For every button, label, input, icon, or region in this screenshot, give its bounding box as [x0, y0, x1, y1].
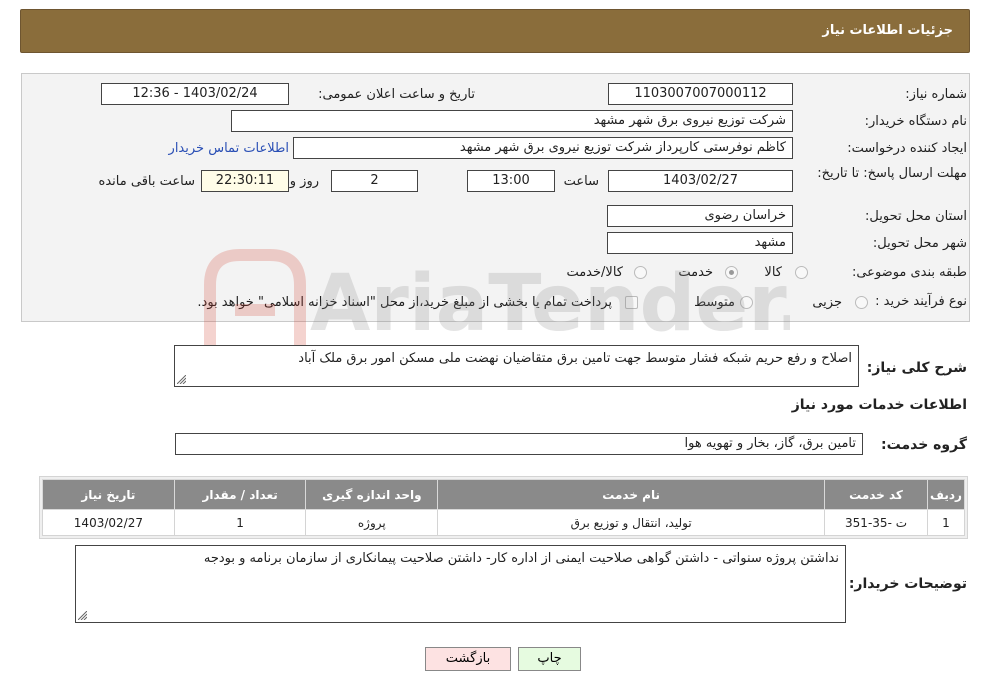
category-goods-service-radio[interactable] [634, 266, 647, 279]
resize-grip-icon[interactable] [177, 375, 186, 384]
purchase-type-label: نوع فرآیند خرید : [875, 294, 967, 309]
days-label: روز و [289, 174, 319, 189]
resize-grip-icon[interactable] [78, 611, 87, 620]
category-goods-radio[interactable] [795, 266, 808, 279]
buyer-org-field: شرکت توزیع نیروی برق شهر مشهد [231, 110, 793, 132]
services-table: ردیف کد خدمت نام خدمت واحد اندازه گیری ت… [39, 476, 968, 539]
deadline-time-field: 13:00 [467, 170, 555, 192]
col-service-name: نام خدمت [437, 479, 826, 510]
purchase-minor-radio[interactable] [855, 296, 868, 309]
need-number-label: شماره نیاز: [905, 87, 967, 102]
treasury-payment-note: پرداخت تمام یا بخشی از مبلغ خرید،از محل … [197, 295, 612, 310]
province-field: خراسان رضوی [607, 205, 793, 227]
category-service-label: خدمت [678, 265, 713, 280]
table-header-row: ردیف کد خدمت نام خدمت واحد اندازه گیری ت… [42, 479, 966, 510]
cell-quantity: 1 [173, 509, 307, 536]
table-row: 1 ت -35-351 تولید، انتقال و توزیع برق پر… [42, 509, 966, 536]
service-group-field: تامین برق، گاز، بخار و تهویه هوا [175, 433, 863, 455]
category-goods-label: کالا [764, 265, 782, 280]
announce-datetime-field: 1403/02/24 - 12:36 [101, 83, 289, 105]
cell-row-number: 1 [926, 509, 966, 536]
page-title: جزئیات اطلاعات نیاز [822, 23, 953, 38]
service-group-label: گروه خدمت: [881, 437, 967, 453]
category-label: طبقه بندی موضوعی: [851, 265, 967, 280]
col-quantity: تعداد / مقدار [173, 479, 307, 510]
days-remaining-field: 2 [331, 170, 418, 192]
remaining-time-label: ساعت باقی مانده [98, 174, 195, 189]
page-header: جزئیات اطلاعات نیاز [20, 9, 970, 53]
cell-unit: پروژه [305, 509, 439, 536]
col-row-number: ردیف [926, 479, 966, 510]
buyer-org-label: نام دستگاه خریدار: [864, 114, 967, 129]
deadline-date-field: 1403/02/27 [608, 170, 793, 192]
print-button[interactable]: چاپ [518, 647, 581, 671]
purchase-medium-radio[interactable] [740, 296, 753, 309]
description-text: اصلاح و رفع حریم شبکه فشار متوسط جهت تام… [298, 351, 852, 366]
buyer-notes-text: نداشتن پروژه سنواتی - داشتن گواهی صلاحیت… [203, 551, 839, 566]
creator-field: کاظم نوفرستی کارپرداز شرکت توزیع نیروی ب… [293, 137, 793, 159]
purchase-minor-label: جزیی [812, 295, 842, 310]
cell-service-name: تولید، انتقال و توزیع برق [437, 509, 826, 536]
province-label: استان محل تحویل: [865, 209, 967, 224]
deadline-time-label: ساعت [563, 174, 599, 189]
buyer-contact-link[interactable]: اطلاعات تماس خریدار [169, 141, 289, 156]
cell-service-code: ت -35-351 [824, 509, 928, 536]
description-label: شرح کلی نیاز: [866, 360, 967, 376]
description-textarea: اصلاح و رفع حریم شبکه فشار متوسط جهت تام… [174, 345, 859, 387]
col-service-code: کد خدمت [824, 479, 928, 510]
buyer-notes-textarea: نداشتن پروژه سنواتی - داشتن گواهی صلاحیت… [75, 545, 846, 623]
announce-datetime-label: تاریخ و ساعت اعلان عمومی: [318, 87, 475, 102]
deadline-label: مهلت ارسال پاسخ: تا تاریخ: [817, 166, 967, 181]
purchase-medium-label: متوسط [694, 295, 735, 310]
category-goods-service-label: کالا/خدمت [566, 265, 623, 280]
back-button[interactable]: بازگشت [425, 647, 511, 671]
city-label: شهر محل تحویل: [872, 236, 967, 251]
treasury-payment-checkbox[interactable] [625, 296, 638, 309]
cell-need-date: 1403/02/27 [42, 509, 175, 536]
need-number-field: 1103007007000112 [608, 83, 793, 105]
col-need-date: تاریخ نیاز [42, 479, 175, 510]
buyer-notes-label: توضیحات خریدار: [848, 576, 967, 592]
creator-label: ایجاد کننده درخواست: [847, 141, 967, 156]
services-heading: اطلاعات خدمات مورد نیاز [791, 397, 967, 413]
col-unit: واحد اندازه گیری [305, 479, 439, 510]
remaining-time-field: 22:30:11 [201, 170, 289, 192]
city-field: مشهد [607, 232, 793, 254]
category-service-radio[interactable] [725, 266, 738, 279]
